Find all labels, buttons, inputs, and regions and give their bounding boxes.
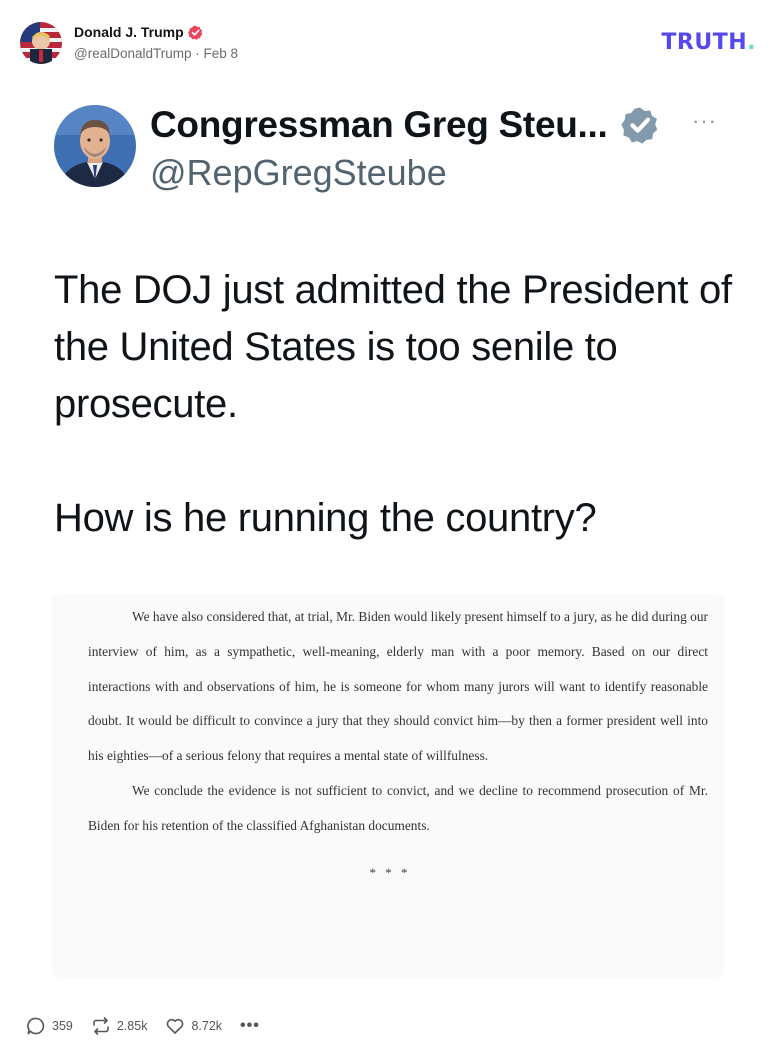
- flag-portrait-avatar-icon: [20, 22, 62, 64]
- author-name[interactable]: Donald J. Trump: [74, 24, 184, 40]
- brand-dot: .: [747, 30, 756, 55]
- reply-button[interactable]: 359: [26, 1016, 73, 1036]
- document-text: We have also considered that, at trial, …: [88, 600, 708, 844]
- document-paragraph: We have also considered that, at trial, …: [88, 609, 708, 764]
- reply-count: 359: [52, 1019, 73, 1033]
- repost-icon: [93, 1017, 109, 1035]
- truth-logo[interactable]: TRUTH.: [661, 30, 756, 55]
- person-avatar-icon: [54, 105, 136, 187]
- embed-handle: @RepGregSteube: [150, 152, 447, 193]
- embed-name-row: Congressman Greg Steu...: [150, 104, 659, 146]
- embed-avatar: [54, 105, 136, 187]
- action-bar: 359 2.85k 8.72k •••: [26, 1015, 260, 1037]
- post-header: Donald J. Trump @realDonaldTrump · Feb 8…: [20, 20, 760, 66]
- embedded-image[interactable]: Congressman Greg Steu... ··· @RepGregSte…: [20, 80, 760, 985]
- reply-icon: [27, 1017, 45, 1035]
- post-date[interactable]: Feb 8: [204, 46, 239, 61]
- like-count: 8.72k: [191, 1019, 223, 1033]
- document-section-break: * * *: [369, 865, 411, 880]
- tweet-paragraph: The DOJ just admitted the President of t…: [54, 268, 732, 426]
- embed-more-icon: ···: [692, 108, 717, 133]
- author-handle[interactable]: @realDonaldTrump: [74, 46, 192, 61]
- heart-icon: [167, 1018, 184, 1034]
- verified-badge-icon: [187, 25, 203, 40]
- more-options-icon[interactable]: •••: [240, 1017, 260, 1035]
- verified-badge-icon: [621, 107, 658, 144]
- author-block: Donald J. Trump @realDonaldTrump · Feb 8: [74, 24, 238, 61]
- repost-count: 2.85k: [116, 1019, 148, 1033]
- author-avatar[interactable]: [20, 22, 62, 64]
- author-meta: @realDonaldTrump · Feb 8: [74, 46, 238, 61]
- brand-text: TRUTH: [661, 30, 748, 55]
- tweet-text: The DOJ just admitted the President of t…: [54, 262, 734, 547]
- embed-display-name: Congressman Greg Steu...: [150, 104, 608, 145]
- repost-button[interactable]: 2.85k: [91, 1016, 148, 1036]
- like-button[interactable]: 8.72k: [165, 1016, 222, 1036]
- meta-separator: ·: [195, 46, 200, 61]
- document-paragraph: We conclude the evidence is not sufficie…: [88, 782, 708, 833]
- tweet-paragraph: How is he running the country?: [54, 496, 597, 540]
